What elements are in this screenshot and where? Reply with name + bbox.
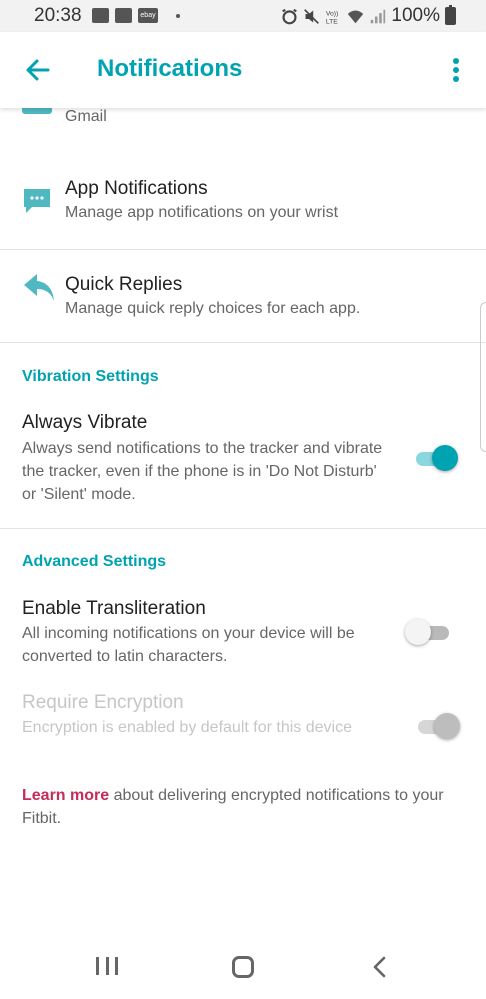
encryption-description: Encryption is enabled by default for thi… [22,719,352,736]
app-notifications-subtitle: Manage app notifications on your wrist [65,204,339,221]
section-header-advanced: Advanced Settings [22,553,167,570]
reply-icon [24,274,54,301]
mute-icon [304,8,320,24]
more-notifications-icon [176,13,180,18]
encryption-title: Require Encryption [22,692,184,713]
quick-replies-title: Quick Replies [65,274,183,295]
chat-bubble-icon [24,189,50,213]
encryption-toggle [418,712,462,740]
transliteration-title: Enable Transliteration [22,598,206,619]
setting-require-encryption: Require Encryption Encryption is enabled… [0,688,486,768]
always-vibrate-description: Always send notifications to the tracker… [22,440,383,503]
app-bar: Notifications [0,32,486,108]
section-header-vibration: Vibration Settings [22,368,159,385]
wifi-icon [348,10,364,23]
list-item-gmail[interactable]: Gmail [0,108,486,148]
always-vibrate-toggle[interactable] [416,444,460,472]
more-vert-icon[interactable] [444,54,468,86]
signal-icon [371,9,386,23]
setting-always-vibrate[interactable]: Always Vibrate Always send notifications… [0,408,486,518]
status-right-icons: Vo)) LTE 100% [281,5,456,27]
svg-text:Vo)): Vo)) [326,10,338,17]
app-notifications-title: App Notifications [65,178,208,199]
mail-icon [115,8,132,23]
divider [0,342,486,343]
divider [0,528,486,529]
arrow-left-icon[interactable] [22,54,54,86]
svg-text:LTE: LTE [326,18,338,25]
recents-icon[interactable] [96,957,118,975]
volte-icon: Vo))LTE [326,10,338,25]
page-title: Notifications [97,55,243,82]
gmail-subtitle: Gmail [65,108,107,125]
image-icon [92,8,109,23]
battery-icon [445,5,456,25]
status-time: 20:38 [34,5,82,26]
setting-transliteration[interactable]: Enable Transliteration All incoming noti… [0,594,486,674]
home-icon[interactable] [232,956,254,978]
battery-percent: 100% [391,5,440,26]
email-icon [22,108,52,114]
ebay-icon: ebay [138,8,158,23]
learn-more-link[interactable]: Learn more [22,787,109,804]
alarm-icon [282,8,298,24]
transliteration-toggle[interactable] [405,618,449,646]
transliteration-description: All incoming notifications on your devic… [22,625,355,665]
status-left-icons: ebay [92,8,180,23]
list-item-quick-replies[interactable]: Quick Replies Manage quick reply choices… [0,250,486,342]
learn-more-text: Learn more about delivering encrypted no… [22,784,462,830]
always-vibrate-title: Always Vibrate [22,412,148,433]
system-nav-bar [0,934,486,999]
list-item-app-notifications[interactable]: App Notifications Manage app notificatio… [0,168,486,248]
edge-panel-handle[interactable] [480,302,486,452]
back-icon[interactable] [371,956,389,978]
status-bar: 20:38 ebay Vo)) LTE 100% [0,0,486,32]
quick-replies-subtitle: Manage quick reply choices for each app. [65,300,361,317]
